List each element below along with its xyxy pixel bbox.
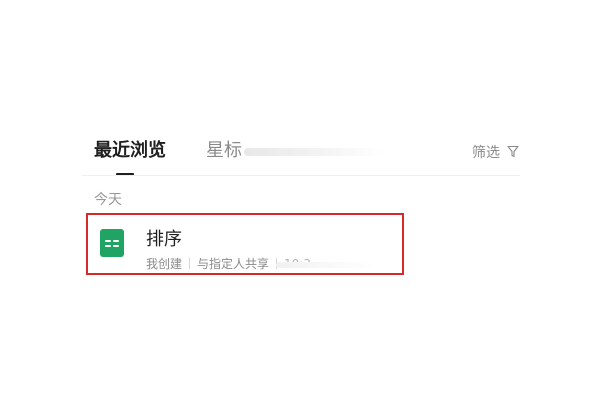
recent-docs-panel: 最近浏览 星标 筛选 今天 排序 我创建与指定人共享10:3 [72,112,520,288]
filter-label: 筛选 [472,145,500,161]
file-share-label: 与指定人共享 [197,257,270,271]
tabs-divider [82,175,520,176]
meta-divider [189,258,191,269]
file-title: 排序 [146,229,182,250]
tab-starred[interactable]: 星标 [206,140,242,162]
file-row[interactable]: 排序 我创建与指定人共享10:3 [86,213,404,275]
section-header-today: 今天 [94,192,122,208]
blurred-meta-area [276,262,376,268]
filter-button[interactable]: 筛选 [472,142,520,162]
filter-icon [507,145,520,162]
file-owner-label: 我创建 [146,257,183,271]
screenshot-stage: 最近浏览 星标 筛选 今天 排序 我创建与指定人共享10:3 [0,0,600,400]
blurred-tabs-area [244,148,384,156]
spreadsheet-icon [100,229,124,257]
tab-recent[interactable]: 最近浏览 [94,140,166,162]
